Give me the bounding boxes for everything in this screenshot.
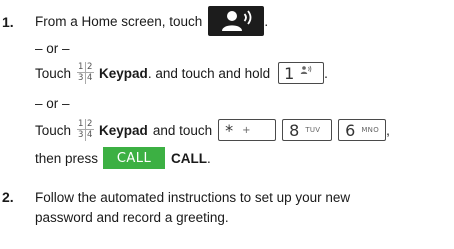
- keypad-label: Keypad: [99, 65, 148, 81]
- step-1-line-2: Touch 1 2 3 4 Keypad . and touch and hol…: [35, 62, 328, 84]
- or-separator-2: – or –: [35, 96, 70, 111]
- keypad-grid-icon: 1 2 3 4: [77, 62, 95, 84]
- keypad-label: Keypad: [99, 122, 148, 138]
- hold-text: . and touch and hold: [147, 65, 271, 81]
- keypad-grid-icon: 1 2 3 4: [77, 119, 95, 141]
- step-1-line-1-end: .: [264, 13, 269, 29]
- step-2-line-1: Follow the automated instructions to set…: [35, 190, 351, 205]
- voicemail-small-icon: [300, 65, 312, 82]
- step-number-1: 1.: [2, 14, 14, 30]
- key-8: 8 TUV: [282, 119, 333, 141]
- instruction-page: 1. From a Home screen, touch . – or – To…: [0, 0, 454, 249]
- step-1-line-4: then press CALL CALL .: [35, 146, 211, 170]
- key-star: * +: [218, 119, 277, 141]
- step-2-line-2: password and record a greeting.: [35, 210, 229, 225]
- touch-text: Touch: [35, 65, 72, 81]
- voicemail-icon: [208, 6, 265, 36]
- call-label: CALL: [171, 150, 208, 166]
- key-6: 6 MNO: [338, 119, 387, 141]
- or-separator-1: – or –: [35, 41, 70, 56]
- step-1-line-1: From a Home screen, touch .: [35, 6, 268, 36]
- call-button-graphic: CALL: [103, 147, 166, 169]
- step-1-text: From a Home screen, touch: [35, 13, 203, 29]
- key-1-voicemail: 1: [278, 62, 325, 84]
- step-number-2: 2.: [2, 189, 14, 205]
- step-1-line-3: Touch 1 2 3 4 Keypad and touch * + 8 TUV…: [35, 119, 390, 141]
